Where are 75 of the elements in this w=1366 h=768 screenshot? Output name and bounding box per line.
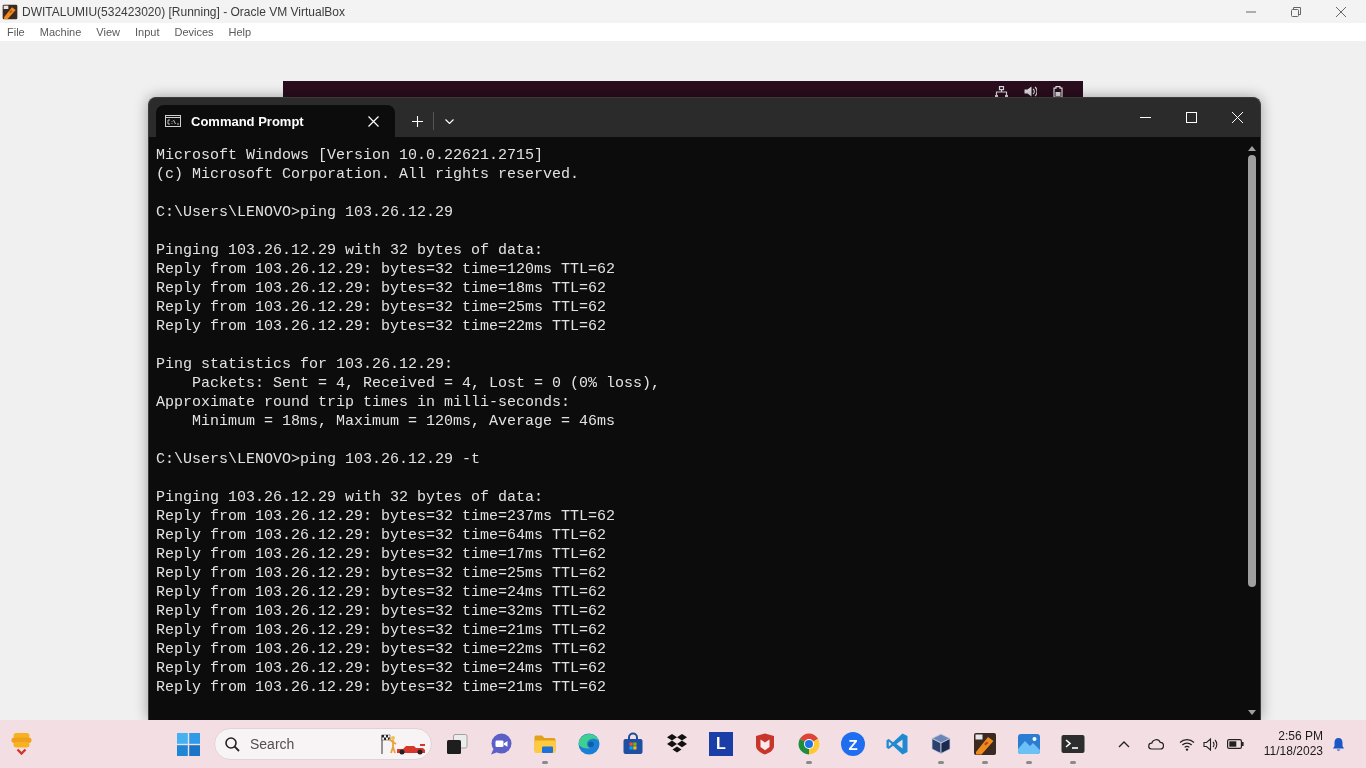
terminal-line: Reply from 103.26.12.29: bytes=32 time=21ms TTL=62 — [156, 621, 607, 640]
terminal-line: Reply from 103.26.12.29: bytes=32 time=64ms TTL=62 — [156, 526, 607, 545]
terminal-line: Reply from 103.26.12.29: bytes=32 time=25ms TTL=62 — [156, 298, 607, 317]
clock-date[interactable]: 11/18/2023 — [1263, 744, 1323, 759]
battery-icon — [1053, 86, 1063, 97]
network-icon — [995, 86, 1008, 97]
segmented-circle-icon[interactable] — [797, 732, 821, 756]
shopping-bag-icon[interactable] — [621, 732, 645, 756]
bell-icon[interactable] — [1332, 736, 1345, 752]
cube-icon[interactable] — [929, 732, 953, 756]
clock-time[interactable]: 2:56 PM — [1278, 729, 1323, 744]
menu-item[interactable]: Help — [228, 26, 252, 38]
caret-icon — [445, 118, 454, 124]
terminal-line: Ping statistics for 103.26.12.29: — [156, 355, 454, 374]
terminal-line: Approximate round trip times in milli-seconds: — [156, 393, 571, 412]
terminal-line: C:\Users\LENOVO>ping 103.26.12.29 — [156, 203, 454, 222]
video-chat-icon[interactable] — [489, 732, 513, 756]
terminal-line: Reply from 103.26.12.29: bytes=32 time=22ms TTL=62 — [156, 317, 607, 336]
letter-app-tile[interactable]: L — [709, 732, 733, 756]
terminal-line: Packets: Sent = 4, Received = 4, Lost = 0 (0% loss), — [191, 374, 661, 393]
terminal-line: Pinging 103.26.12.29 with 32 bytes of data: — [156, 488, 544, 507]
scroll-down-icon[interactable] — [1248, 710, 1256, 715]
terminal-tab[interactable]: Command Prompt — [156, 105, 395, 137]
terminal-line: Pinging 103.26.12.29 with 32 bytes of data: — [156, 241, 544, 260]
search-bar[interactable]: Search — [214, 728, 432, 760]
volume-icon[interactable] — [1203, 737, 1218, 751]
terminal-line: Reply from 103.26.12.29: bytes=32 time=18ms TTL=62 — [156, 279, 607, 298]
letter-app-circle[interactable]: Z — [841, 732, 865, 756]
wifi-icon[interactable] — [1179, 737, 1195, 751]
menu-item[interactable]: Machine — [39, 26, 82, 38]
start-icon[interactable] — [176, 732, 200, 756]
plus-icon — [412, 115, 423, 127]
menu-item[interactable]: Devices — [174, 26, 214, 38]
restore-icon — [1290, 6, 1301, 17]
task-view-icon[interactable] — [445, 732, 469, 756]
menu-item[interactable]: View — [96, 26, 120, 38]
terminal-line: Reply from 103.26.12.29: bytes=32 time=24ms TTL=62 — [156, 583, 607, 602]
terminal-line: Reply from 103.26.12.29: bytes=32 time=24ms TTL=62 — [156, 659, 607, 678]
terminal-line: Reply from 103.26.12.29: bytes=32 time=237ms TTL=62 — [156, 507, 616, 526]
battery-icon[interactable] — [1227, 739, 1244, 749]
terminal-line: C:\Users\LENOVO>ping 103.26.12.29 -t — [156, 450, 481, 469]
terminal-line: Reply from 103.26.12.29: bytes=32 time=32ms TTL=62 — [156, 602, 607, 621]
stacked-layers-icon[interactable] — [10, 732, 33, 756]
search-input[interactable]: Search — [250, 736, 379, 752]
shield-icon[interactable] — [753, 732, 777, 756]
terminal-line: Reply from 103.26.12.29: bytes=32 time=21ms TTL=62 — [156, 678, 607, 697]
chevron-up-icon[interactable] — [1118, 740, 1130, 748]
volume-icon — [1024, 86, 1037, 97]
terminal-line: Reply from 103.26.12.29: bytes=32 time=25ms TTL=62 — [156, 564, 607, 583]
ribbon-logo-icon[interactable] — [885, 732, 909, 756]
window-title: DWITALUMIU(532423020) [Running] - Oracle VM VirtualBox — [22, 4, 345, 19]
maximize-icon — [1185, 112, 1197, 123]
scroll-up-icon[interactable] — [1248, 146, 1256, 151]
app-tile-icon[interactable] — [973, 732, 997, 756]
terminal-line: Reply from 103.26.12.29: bytes=32 time=120ms TTL=62 — [156, 260, 616, 279]
terminal-line: Microsoft Windows [Version 10.0.22621.2715] — [156, 146, 544, 165]
close-icon — [1231, 112, 1243, 123]
terminal-line: Reply from 103.26.12.29: bytes=32 time=17ms TTL=62 — [156, 545, 607, 564]
scrollbar-thumb[interactable] — [1248, 155, 1256, 587]
terminal-prompt-icon[interactable] — [1061, 732, 1085, 756]
menu-item[interactable]: File — [7, 26, 25, 38]
menu-item[interactable]: Input — [134, 26, 160, 38]
terminal-line: Reply from 103.26.12.29: bytes=32 time=22ms TTL=62 — [156, 640, 607, 659]
terminal-line: (c) Microsoft Corporation. All rights reserved. — [156, 165, 580, 184]
race-car-doodle[interactable] — [379, 733, 427, 755]
terminal-line: Minimum = 18ms, Maximum = 120ms, Average = 46ms — [191, 412, 616, 431]
console-icon — [165, 115, 181, 127]
search-icon — [225, 736, 240, 752]
close-icon — [367, 115, 379, 127]
close-icon — [1335, 6, 1346, 17]
cloud-icon[interactable] — [1147, 738, 1164, 750]
app-logo-icon — [2, 3, 18, 20]
swirl-logo-icon[interactable] — [577, 732, 601, 756]
tab-close-button[interactable] — [365, 113, 381, 129]
landscape-photo-icon[interactable] — [1017, 732, 1041, 756]
